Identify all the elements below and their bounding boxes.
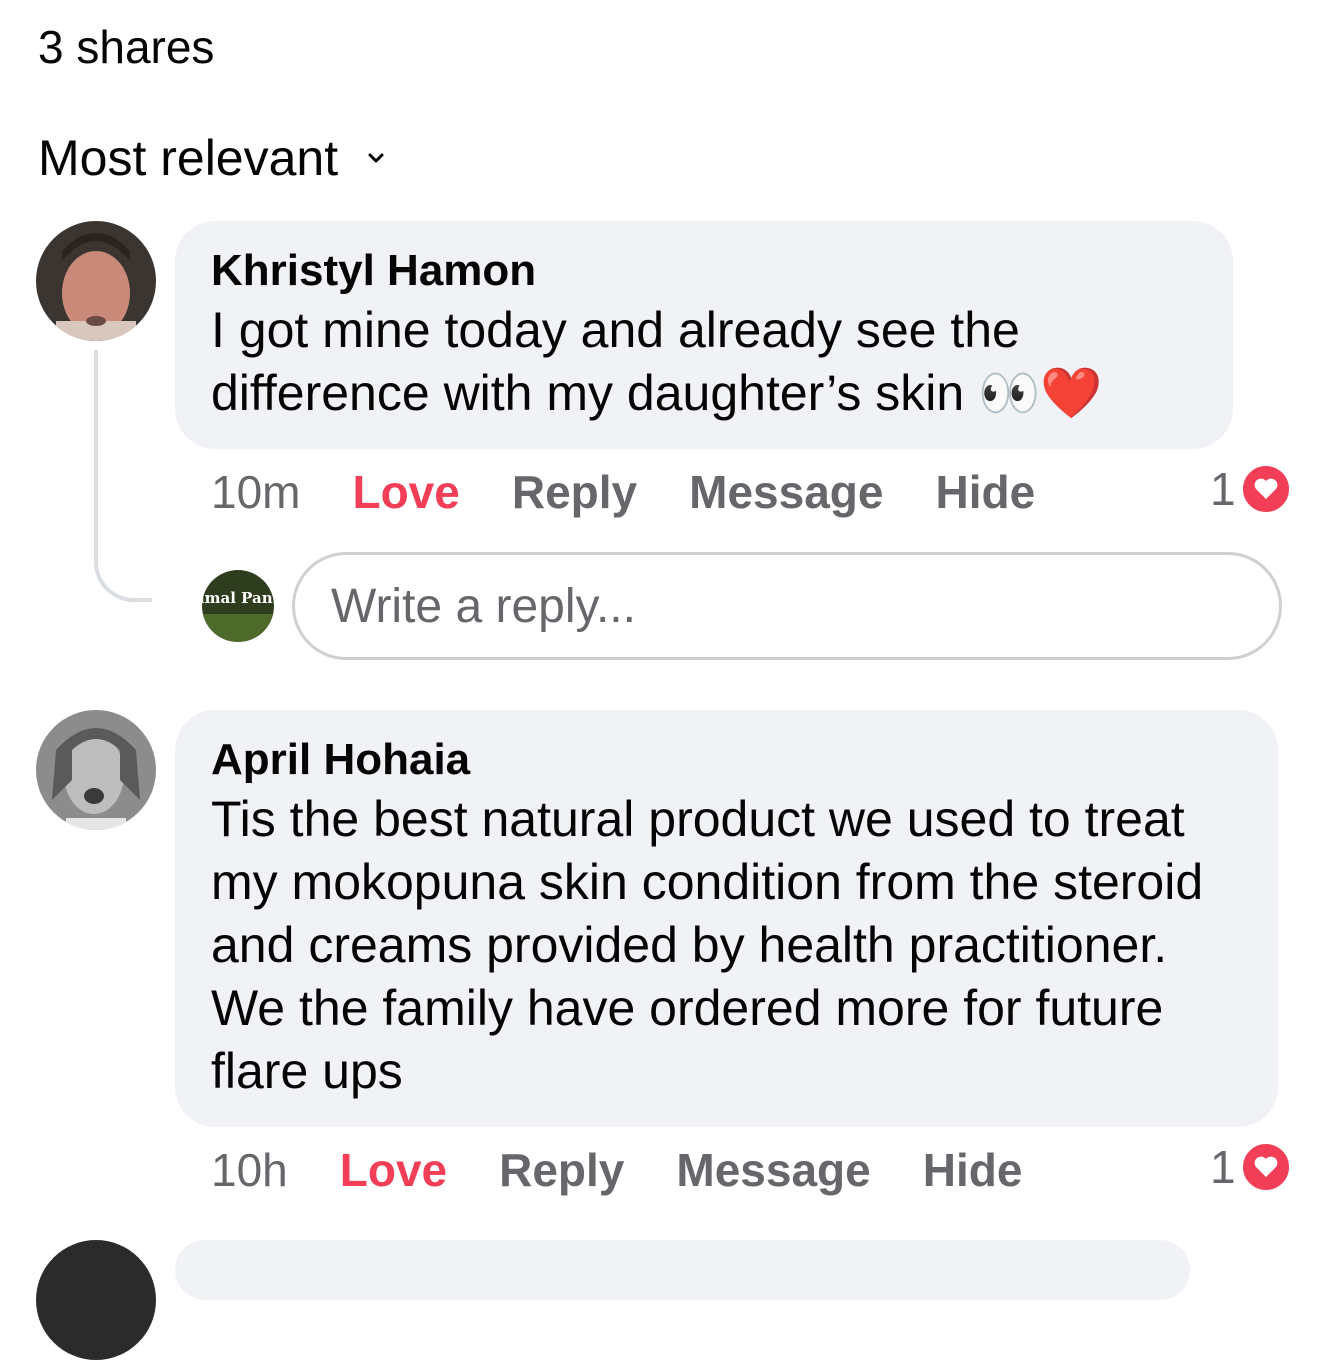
chevron-down-icon <box>368 153 384 163</box>
reaction-count: 1 <box>1210 1141 1236 1193</box>
shares-count[interactable]: 3 shares <box>38 18 214 76</box>
reply-input[interactable]: Write a reply... <box>292 552 1282 660</box>
comment-text: I got mine today and already see the dif… <box>211 302 1103 421</box>
reply-button[interactable]: Reply <box>512 465 637 519</box>
comment-author[interactable]: Khristyl Hamon <box>211 243 1197 299</box>
comment-bubble[interactable] <box>175 1240 1190 1300</box>
message-button[interactable]: Message <box>676 1143 870 1197</box>
sort-dropdown[interactable]: Most relevant <box>38 128 386 188</box>
reaction-summary[interactable]: 1 <box>1210 1140 1292 1194</box>
reaction-summary[interactable]: 1 <box>1210 462 1292 516</box>
heart-icon <box>1239 463 1292 515</box>
svg-text:Primal Pantry: Primal Pantry <box>202 589 274 607</box>
love-button[interactable]: Love <box>352 465 459 519</box>
avatar[interactable] <box>36 1240 156 1360</box>
reaction-count: 1 <box>1210 463 1236 515</box>
love-button[interactable]: Love <box>340 1143 447 1197</box>
comment-bubble[interactable]: April Hohaia Tis the best natural produc… <box>175 710 1278 1127</box>
profile-photo <box>36 221 156 341</box>
hide-button[interactable]: Hide <box>935 465 1035 519</box>
avatar[interactable] <box>36 221 156 341</box>
comment-author[interactable]: April Hohaia <box>211 732 1242 788</box>
message-button[interactable]: Message <box>689 465 883 519</box>
eyes-heart-emoji: 👀❤️ <box>978 365 1103 421</box>
comment-text: Tis the best natural product we used to … <box>211 791 1204 1099</box>
page-avatar: Primal Pantry <box>202 570 274 642</box>
comment-time[interactable]: 10h <box>211 1143 288 1197</box>
profile-photo <box>36 710 156 830</box>
hide-button[interactable]: Hide <box>923 1143 1023 1197</box>
sort-label: Most relevant <box>38 130 339 186</box>
reply-button[interactable]: Reply <box>499 1143 624 1197</box>
comment-actions: 10h Love Reply Message Hide <box>211 1142 1074 1198</box>
comment-bubble[interactable]: Khristyl Hamon I got mine today and alre… <box>175 221 1233 449</box>
avatar[interactable] <box>36 710 156 830</box>
comment-time[interactable]: 10m <box>211 465 300 519</box>
comment-actions: 10m Love Reply Message Hide <box>211 464 1087 520</box>
heart-icon <box>1239 1141 1292 1193</box>
thread-line <box>94 350 152 602</box>
